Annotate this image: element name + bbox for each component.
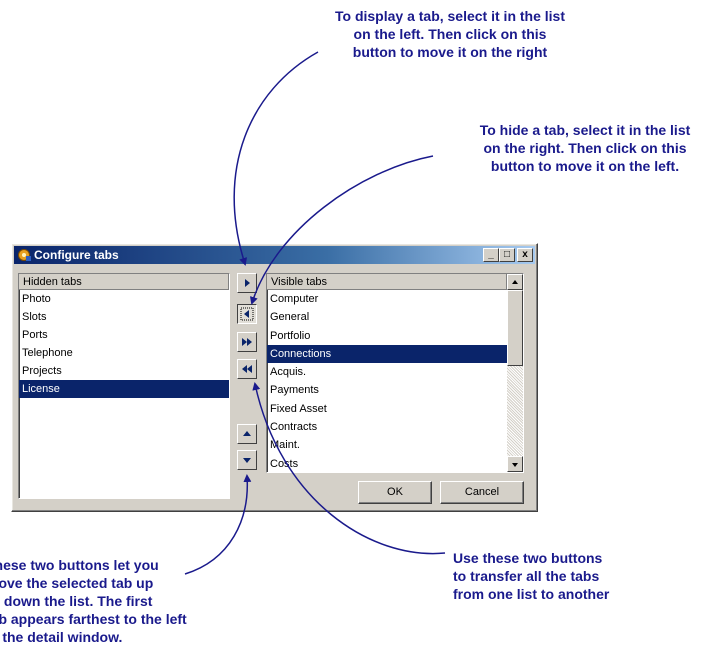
- callout-line: To hide a tab, select it in the list: [479, 122, 691, 138]
- list-item[interactable]: Costs: [267, 455, 507, 472]
- callout-move-up-down: These two buttons let you move the selec…: [0, 556, 187, 646]
- move-down-button[interactable]: [237, 450, 257, 470]
- callout-display-tab: To display a tab, select it in the list …: [300, 7, 600, 61]
- callout-line: or down the list. The first: [0, 593, 153, 609]
- minimize-icon: _: [488, 249, 494, 260]
- list-item[interactable]: Portfolio: [267, 327, 507, 345]
- list-item[interactable]: Telephone: [19, 344, 229, 362]
- callout-line: Use these two buttons: [453, 550, 603, 566]
- visible-tabs-list[interactable]: Visible tabs Computer General Portfolio …: [266, 273, 524, 473]
- scroll-up-button[interactable]: [507, 274, 523, 290]
- list-item[interactable]: Fixed Asset: [267, 400, 507, 418]
- list-item[interactable]: Maint.: [267, 436, 507, 454]
- visible-tabs-scrollbar[interactable]: [507, 274, 523, 472]
- callout-transfer-all: Use these two buttons to transfer all th…: [453, 549, 609, 603]
- dialog-title: Configure tabs: [34, 248, 119, 262]
- callout-line: from one list to another: [453, 586, 610, 602]
- close-button[interactable]: x: [517, 248, 533, 262]
- hide-all-tabs-button[interactable]: [237, 359, 257, 379]
- callout-line: tab appears farthest to the left: [0, 611, 187, 627]
- list-item[interactable]: Projects: [19, 362, 229, 380]
- list-item[interactable]: Slots: [19, 308, 229, 326]
- ok-button[interactable]: OK: [358, 481, 432, 504]
- minimize-button[interactable]: _: [483, 248, 499, 262]
- close-icon: x: [522, 249, 528, 260]
- arrow-to-show-button: [233, 51, 319, 266]
- visible-tabs-header[interactable]: Visible tabs: [267, 274, 507, 290]
- list-item[interactable]: Payments: [267, 381, 507, 399]
- callout-line: on the right. Then click on this: [483, 140, 687, 156]
- app-gear-icon: [18, 249, 31, 261]
- arrow-down-icon: [243, 458, 251, 463]
- title-bar[interactable]: Configure tabs _ □ x: [14, 246, 535, 264]
- callout-line: on the left. Then click on this: [353, 26, 547, 42]
- callout-line: button to move it on the left.: [490, 158, 680, 174]
- arrow-right-icon: [245, 279, 250, 287]
- double-arrow-right-icon: [242, 338, 252, 346]
- show-tab-button[interactable]: [237, 273, 257, 293]
- arrow-up-icon: [243, 431, 251, 436]
- list-item[interactable]: Contracts: [267, 418, 507, 436]
- callout-line: button to move it on the right: [352, 44, 548, 60]
- list-item-selected[interactable]: Connections: [267, 344, 507, 364]
- maximize-button[interactable]: □: [499, 248, 515, 262]
- configure-tabs-dialog: Configure tabs _ □ x Hidden tabs Photo S…: [11, 243, 538, 512]
- maximize-icon: □: [503, 249, 511, 260]
- callout-line: move the selected tab up: [0, 575, 154, 591]
- list-item-selected[interactable]: License: [19, 380, 229, 398]
- scroll-down-button[interactable]: [507, 456, 523, 472]
- callout-hide-tab: To hide a tab, select it in the list on …: [440, 121, 712, 175]
- list-item[interactable]: Photo: [19, 290, 229, 308]
- move-up-button[interactable]: [237, 424, 257, 444]
- list-item[interactable]: Acquis.: [267, 363, 507, 381]
- hidden-tabs-header[interactable]: Hidden tabs: [19, 274, 229, 290]
- callout-line: in the detail window.: [0, 629, 123, 645]
- scroll-up-icon: [512, 280, 518, 284]
- hidden-tabs-items: Photo Slots Ports Telephone Projects Lic…: [19, 290, 229, 398]
- scroll-down-icon: [512, 463, 518, 467]
- callout-line: These two buttons let you: [0, 557, 159, 573]
- callout-line: to transfer all the tabs: [453, 568, 600, 584]
- double-arrow-left-icon: [242, 365, 252, 373]
- scroll-thumb[interactable]: [507, 290, 523, 366]
- arrow-left-icon: [240, 307, 254, 321]
- list-item[interactable]: Ports: [19, 326, 229, 344]
- hidden-tabs-list[interactable]: Hidden tabs Photo Slots Ports Telephone …: [18, 273, 230, 499]
- show-all-tabs-button[interactable]: [237, 332, 257, 352]
- callout-line: To display a tab, select it in the list: [334, 8, 565, 24]
- caption-buttons: _ □ x: [483, 248, 533, 262]
- list-item[interactable]: General: [267, 308, 507, 326]
- visible-tabs-items: Computer General Portfolio Connections A…: [267, 290, 507, 472]
- hide-tab-button[interactable]: [237, 304, 257, 324]
- list-item[interactable]: Computer: [267, 290, 507, 308]
- cancel-button[interactable]: Cancel: [440, 481, 524, 504]
